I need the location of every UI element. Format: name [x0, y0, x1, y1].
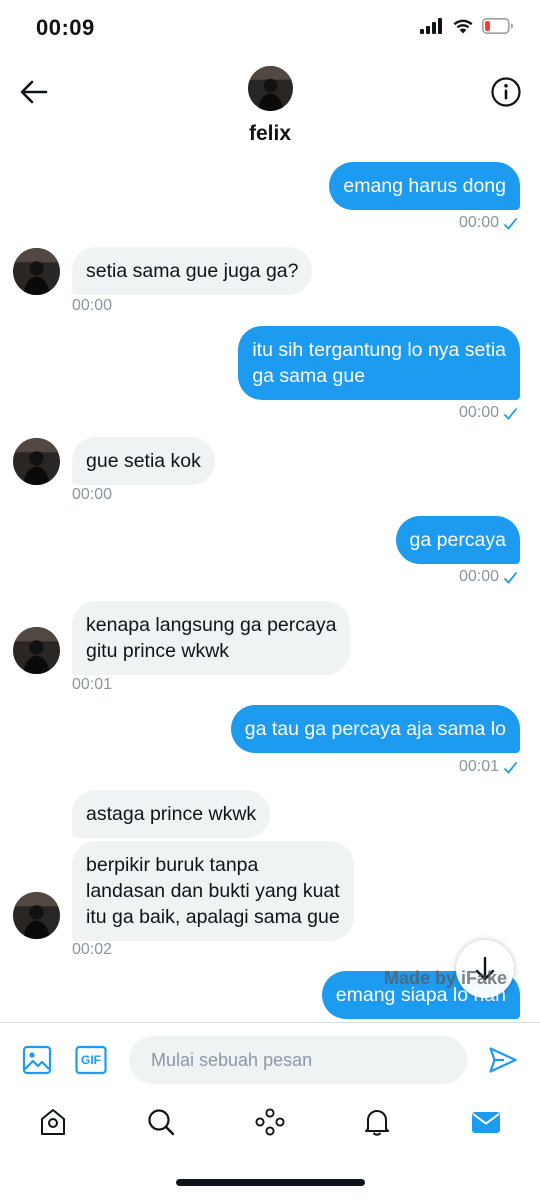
add-gif-button[interactable]: GIF: [74, 1043, 108, 1077]
message-time: 00:00: [458, 214, 499, 231]
message-bubble-outgoing[interactable]: ga percaya: [395, 516, 520, 564]
home-indicator: [176, 1179, 365, 1186]
tab-search[interactable]: [141, 1102, 181, 1142]
checkmark-icon: [503, 407, 518, 420]
avatar-image: [248, 66, 293, 111]
send-button[interactable]: [486, 1043, 520, 1077]
info-icon: [491, 77, 521, 107]
message-bubble-outgoing[interactable]: emang harus dong: [329, 162, 520, 210]
status-bar: 00:09: [0, 0, 540, 56]
wifi-icon: [453, 19, 473, 34]
status-icons: [420, 18, 514, 34]
message-line: gitu prince wkwk: [86, 640, 230, 662]
avatar-image: [13, 627, 60, 674]
sender-avatar[interactable]: [13, 248, 60, 295]
checkmark-icon: [503, 761, 518, 774]
sender-avatar[interactable]: [13, 627, 60, 674]
message-bubble-incoming[interactable]: berpikir buruk tanpa landasan dan bukti …: [72, 841, 354, 941]
message-composer: GIF: [0, 1022, 540, 1096]
notifications-icon: [365, 1110, 389, 1136]
watermark: Made by iFake: [384, 968, 508, 988]
message-meta: 00:00: [459, 214, 518, 232]
message-line: landasan dan bukti yang kuat: [86, 880, 340, 902]
tab-home[interactable]: [33, 1102, 73, 1142]
message-line: ga sama gue: [252, 365, 366, 387]
message-bubble-incoming[interactable]: setia sama gue juga ga?: [72, 247, 313, 295]
avatar-image: [13, 438, 60, 485]
message-bubble-outgoing[interactable]: ga tau ga percaya aja sama lo: [230, 705, 520, 753]
message-time: 00:00: [458, 404, 499, 421]
message-time: 00:01: [72, 676, 113, 693]
sender-avatar[interactable]: [13, 438, 60, 485]
message-time: 00:01: [458, 758, 499, 775]
tab-notifications[interactable]: [357, 1102, 397, 1142]
add-image-button[interactable]: [20, 1043, 54, 1077]
tab-messages[interactable]: [466, 1102, 506, 1142]
home-icon: [41, 1109, 65, 1135]
message-bubble-incoming[interactable]: astaga prince wkwk: [72, 790, 271, 838]
message-bubble-outgoing[interactable]: itu sih tergantung lo nya setia ga sama …: [238, 326, 520, 400]
messages-icon: [472, 1112, 500, 1133]
message-bubble-incoming[interactable]: gue setia kok: [72, 437, 215, 485]
message-time: 00:00: [458, 568, 499, 585]
message-line: berpikir buruk tanpa: [86, 854, 259, 876]
checkmark-icon: [503, 217, 518, 230]
message-line: itu sih tergantung lo nya setia: [252, 339, 506, 361]
checkmark-icon: [503, 571, 518, 584]
back-button[interactable]: [16, 74, 52, 110]
message-time: 00:02: [72, 941, 113, 958]
message-line: itu ga baik, apalagi sama gue: [86, 906, 340, 928]
battery-low-icon: [482, 18, 513, 34]
avatar-image: [13, 248, 60, 295]
info-button[interactable]: [488, 74, 524, 110]
gif-label: GIF: [81, 1053, 101, 1067]
sender-avatar[interactable]: [13, 892, 60, 939]
contact-name[interactable]: felix: [0, 122, 540, 146]
message-meta: 00:00: [459, 568, 518, 586]
image-icon: [22, 1045, 52, 1075]
message-input[interactable]: [129, 1036, 467, 1084]
search-icon: [148, 1109, 175, 1136]
avatar-image: [13, 892, 60, 939]
message-list[interactable]: emang harus dong 00:00 setia sama gue ju…: [0, 156, 540, 1022]
spaces-icon: [255, 1108, 285, 1136]
message-bubble-incoming[interactable]: kenapa langsung ga percaya gitu prince w…: [72, 601, 351, 675]
message-time: 00:00: [72, 486, 113, 503]
bottom-tab-bar: [0, 1096, 540, 1156]
signal-icon: [420, 18, 442, 34]
message-meta: 00:01: [459, 758, 518, 776]
status-time: 00:09: [36, 15, 95, 40]
message-line: kenapa langsung ga percaya: [86, 614, 337, 636]
message-meta: 00:00: [459, 404, 518, 422]
conversation-header: felix: [0, 56, 540, 156]
tab-spaces[interactable]: [250, 1102, 290, 1142]
send-icon: [489, 1047, 517, 1073]
message-time: 00:00: [72, 297, 113, 314]
contact-avatar[interactable]: [248, 66, 293, 111]
arrow-left-icon: [20, 80, 48, 104]
